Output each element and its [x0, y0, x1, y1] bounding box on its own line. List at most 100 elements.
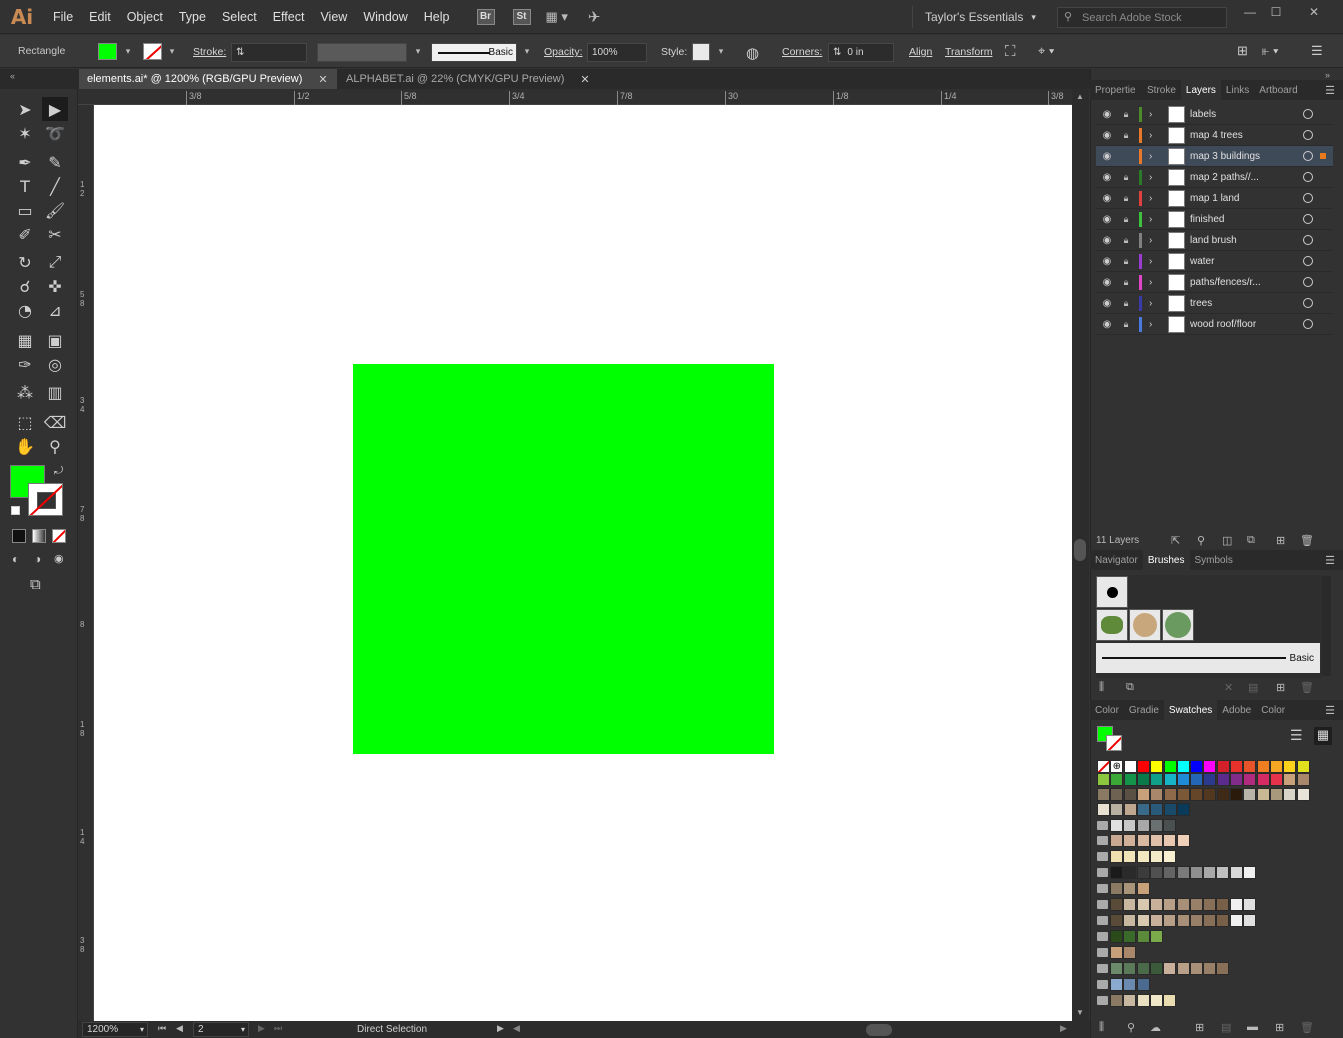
swatch[interactable]: [1163, 962, 1177, 975]
swatch[interactable]: [1216, 866, 1230, 879]
grid-view-icon[interactable]: ▦: [1314, 727, 1332, 745]
tab-gradient[interactable]: Gradie: [1124, 700, 1164, 720]
swatch[interactable]: [1110, 866, 1123, 879]
panel-menu-icon[interactable]: ☰: [1325, 554, 1335, 567]
layer-name[interactable]: wood roof/floor: [1190, 319, 1300, 330]
brush-sand-blob[interactable]: [1129, 609, 1161, 641]
swatch[interactable]: [1203, 760, 1217, 773]
swatch[interactable]: [1097, 803, 1110, 816]
maximize-icon[interactable]: ☐: [1262, 3, 1290, 21]
swatch[interactable]: [1110, 914, 1123, 927]
swatches-stroke-indicator[interactable]: [1106, 735, 1122, 751]
swatch[interactable]: [1256, 788, 1270, 801]
panel-menu-icon[interactable]: ☰: [1311, 43, 1323, 59]
tab-color-guide[interactable]: Color: [1256, 700, 1290, 720]
target-icon[interactable]: [1303, 172, 1313, 182]
expand-arrow-icon[interactable]: ›: [1149, 151, 1152, 162]
locate-object-icon[interactable]: ⚲: [1197, 534, 1205, 547]
eye-icon[interactable]: ◉: [1100, 130, 1114, 141]
menu-object[interactable]: Object: [119, 0, 171, 34]
swatch-libraries-icon[interactable]: ⫼: [1099, 1021, 1104, 1034]
swatch[interactable]: [1230, 788, 1243, 801]
swatch[interactable]: [1123, 834, 1137, 847]
eye-icon[interactable]: ◉: [1100, 298, 1114, 309]
brush-green-blob[interactable]: [1162, 609, 1194, 641]
swatch[interactable]: [1136, 930, 1150, 943]
rotate-tool-icon[interactable]: ↻: [12, 250, 38, 274]
swatch[interactable]: [1283, 773, 1297, 786]
eyedropper-tool-icon[interactable]: ✑: [12, 352, 38, 376]
swatch-folder-icon[interactable]: [1097, 868, 1108, 877]
trash-icon[interactable]: 🗑: [1300, 1021, 1314, 1034]
swatch[interactable]: [1283, 760, 1297, 773]
swatch[interactable]: [1136, 882, 1150, 895]
swatch[interactable]: [1243, 866, 1256, 879]
variable-width-profile[interactable]: [317, 43, 407, 62]
layer-name[interactable]: map 3 buildings: [1190, 151, 1300, 162]
swatch[interactable]: [1163, 866, 1177, 879]
arrange-icon[interactable]: ⊞: [1237, 43, 1248, 59]
swatch[interactable]: [1163, 850, 1177, 863]
swatch[interactable]: [1203, 962, 1217, 975]
swatch[interactable]: [1123, 760, 1137, 773]
column-graph-tool-icon[interactable]: ▥: [42, 380, 68, 404]
brush-basic[interactable]: Basic: [1096, 643, 1320, 673]
rectangle-tool-icon[interactable]: ▭: [12, 198, 38, 222]
chevron-down-icon[interactable]: ▾: [412, 46, 424, 58]
expand-arrow-icon[interactable]: ›: [1149, 130, 1152, 141]
fill-swatch[interactable]: [98, 43, 117, 60]
chevron-down-icon[interactable]: ▾: [715, 46, 727, 58]
swatch[interactable]: [1110, 994, 1123, 1007]
swatch[interactable]: [1176, 962, 1190, 975]
swatch[interactable]: [1243, 788, 1257, 801]
menu-type[interactable]: Type: [171, 0, 214, 34]
swatch[interactable]: [1123, 914, 1137, 927]
swatch[interactable]: [1163, 994, 1177, 1007]
swatch[interactable]: [1203, 898, 1217, 911]
swatch[interactable]: [1136, 994, 1150, 1007]
mesh-tool-icon[interactable]: ▦: [12, 328, 38, 352]
swatch[interactable]: [1216, 760, 1230, 773]
symbol-sprayer-tool-icon[interactable]: ⁂: [12, 380, 38, 404]
swatch[interactable]: [1136, 788, 1150, 801]
swatch[interactable]: [1123, 946, 1137, 959]
target-icon[interactable]: [1303, 277, 1313, 287]
draw-normal-icon[interactable]: ◐: [12, 552, 19, 566]
swatch[interactable]: [1110, 882, 1123, 895]
brush-libraries-icon[interactable]: ⫼: [1099, 681, 1104, 694]
tab-links[interactable]: Links: [1221, 80, 1254, 100]
new-sublayer-icon[interactable]: ⧉: [1247, 534, 1255, 547]
swatch[interactable]: [1163, 898, 1177, 911]
corners-field[interactable]: ⇅ 0 in: [828, 43, 894, 62]
swatch[interactable]: [1110, 773, 1124, 786]
swatch[interactable]: [1136, 773, 1150, 786]
gpu-performance-icon[interactable]: ✈: [588, 8, 601, 26]
menu-file[interactable]: File: [45, 0, 81, 34]
color-mode-icon[interactable]: [12, 529, 26, 543]
corners-label[interactable]: Corners:: [782, 46, 822, 58]
swatch[interactable]: [1149, 898, 1163, 911]
eye-icon[interactable]: ◉: [1100, 235, 1114, 246]
default-fill-stroke-icon[interactable]: [11, 506, 20, 515]
selection-tool-icon[interactable]: ➤: [12, 97, 38, 121]
stroke-color-box[interactable]: [28, 483, 63, 516]
type-tool-icon[interactable]: T: [12, 174, 38, 198]
target-icon[interactable]: [1303, 109, 1313, 119]
shape-options-icon[interactable]: ⌖ ▾: [1038, 43, 1054, 59]
eye-icon[interactable]: ◉: [1100, 256, 1114, 267]
layer-row[interactable]: ◉ 🔒︎ › labels: [1096, 104, 1333, 125]
swatch[interactable]: [1269, 773, 1283, 786]
swatch[interactable]: [1163, 760, 1177, 773]
swap-fill-stroke-icon[interactable]: ⤾: [54, 465, 63, 478]
zoom-level-field[interactable]: 1200% ▾: [82, 1022, 148, 1037]
layer-name[interactable]: labels: [1190, 109, 1300, 120]
menu-edit[interactable]: Edit: [81, 0, 119, 34]
swatch[interactable]: [1216, 898, 1230, 911]
warp-tool-icon[interactable]: ☌: [12, 274, 38, 298]
swatch[interactable]: [1176, 803, 1190, 816]
export-icon[interactable]: ⇱: [1171, 534, 1180, 547]
target-icon[interactable]: [1303, 151, 1313, 161]
swatch[interactable]: [1163, 773, 1177, 786]
tab-alphabet[interactable]: ALPHABET.ai @ 22% (CMYK/GPU Preview) ✕: [338, 69, 596, 89]
layer-name[interactable]: map 1 land: [1190, 193, 1300, 204]
